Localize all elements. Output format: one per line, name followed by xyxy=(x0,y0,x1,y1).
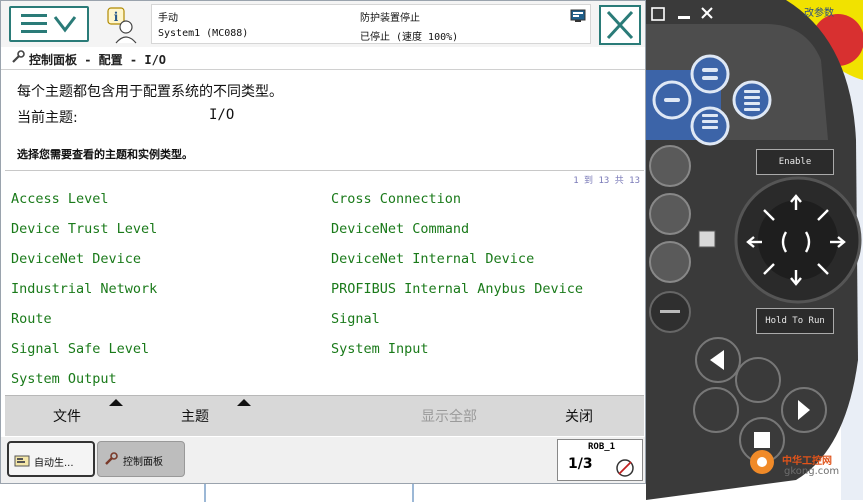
page-description: 每个主题都包含用于配置系统的不同类型。 xyxy=(17,84,283,100)
select-hint: 选择您需要查看的主题和实例类型。 xyxy=(17,148,193,161)
list-item[interactable]: DeviceNet Command xyxy=(331,221,469,237)
list-item[interactable]: DeviceNet Device xyxy=(11,251,141,267)
topic-list: 1 到 13 共 13 Access Level Cross Connectio… xyxy=(5,170,644,396)
parameter-label: 改参数 xyxy=(804,8,834,19)
list-item[interactable]: System Input xyxy=(331,341,429,357)
file-menu-button[interactable]: 文件 xyxy=(53,406,81,426)
list-item[interactable]: Device Trust Level xyxy=(11,221,157,237)
event-log-button[interactable]: i xyxy=(99,5,143,45)
list-item[interactable]: Signal Safe Level xyxy=(11,341,149,357)
close-button[interactable]: 关闭 xyxy=(565,406,593,426)
breadcrumb: 控制面板 - 配置 - I/O xyxy=(1,47,645,70)
close-window-button[interactable] xyxy=(599,5,641,45)
device-body xyxy=(646,0,863,502)
info-person-icon: i xyxy=(107,7,137,44)
status-bar: 手动 System1 (MC088) 防护装置停止 已停止 (速度 100%) xyxy=(151,4,591,44)
breadcrumb-text: 控制面板 - 配置 - I/O xyxy=(29,53,167,67)
list-item[interactable]: PROFIBUS Internal Anybus Device xyxy=(331,281,583,297)
virtual-flexpendant-device: 改参数 Enable Hold To Run 中华工控网 gkong.com xyxy=(646,0,863,502)
list-item[interactable]: Signal xyxy=(331,311,380,327)
speed-gauge-icon xyxy=(616,459,634,477)
task-control-panel[interactable]: 控制面板 xyxy=(97,441,185,477)
show-all-button[interactable]: 显示全部 xyxy=(421,406,477,426)
robot-name: ROB_1 xyxy=(588,442,616,452)
current-theme-label: 当前主题: xyxy=(17,110,78,126)
state-text: 已停止 (速度 100%) xyxy=(360,32,459,43)
current-theme-value: I/O xyxy=(209,107,235,123)
list-item[interactable]: Industrial Network xyxy=(11,281,157,297)
taskbar: 自动生... 控制面板 ROB_1 1/3 xyxy=(1,437,645,483)
production-window-icon xyxy=(14,455,30,467)
strip-divider xyxy=(412,484,414,502)
item-count: 1 到 13 共 13 xyxy=(573,176,640,186)
task-fraction: 1/3 xyxy=(568,456,593,472)
enable-button[interactable]: Enable xyxy=(756,149,834,175)
hold-to-run-button[interactable]: Hold To Run xyxy=(756,308,834,334)
task-auto-label: 自动生... xyxy=(34,458,74,469)
close-x-icon xyxy=(606,10,634,40)
file-up-arrow-icon xyxy=(109,399,123,406)
strip-divider xyxy=(204,484,206,502)
task-auto-production[interactable]: 自动生... xyxy=(7,441,95,477)
pendant-screen: i 手动 System1 (MC088) 防护装置停止 已停止 (速度 100%… xyxy=(0,0,646,484)
menu-hamburger-icon xyxy=(21,14,77,33)
list-item[interactable]: System Output xyxy=(11,371,117,387)
task-control-panel-label: 控制面板 xyxy=(123,457,163,468)
list-item[interactable]: Cross Connection xyxy=(331,191,461,207)
safety-text: 防护装置停止 xyxy=(360,13,420,24)
system-text: System1 (MC088) xyxy=(158,28,249,39)
list-item[interactable]: Route xyxy=(11,311,52,327)
monitor-icon[interactable] xyxy=(570,9,586,23)
top-bar: i 手动 System1 (MC088) 防护装置停止 已停止 (速度 100%… xyxy=(1,1,645,48)
svg-text:i: i xyxy=(114,10,119,24)
theme-menu-button[interactable]: 主题 xyxy=(181,406,209,426)
list-item[interactable]: DeviceNet Internal Device xyxy=(331,251,534,267)
command-bar: 文件 主题 显示全部 关闭 xyxy=(5,395,644,436)
main-menu-button[interactable] xyxy=(9,6,89,42)
mode-text: 手动 xyxy=(158,13,178,24)
watermark-title: 中华工控网 xyxy=(782,456,832,467)
list-item[interactable]: Access Level xyxy=(11,191,109,207)
wrench-icon xyxy=(12,50,25,63)
theme-up-arrow-icon xyxy=(237,399,251,406)
wrench-icon xyxy=(105,452,118,465)
host-window-strip xyxy=(0,484,646,502)
watermark-url: gkong.com xyxy=(784,466,840,477)
quickset-button[interactable]: ROB_1 1/3 xyxy=(557,439,643,481)
